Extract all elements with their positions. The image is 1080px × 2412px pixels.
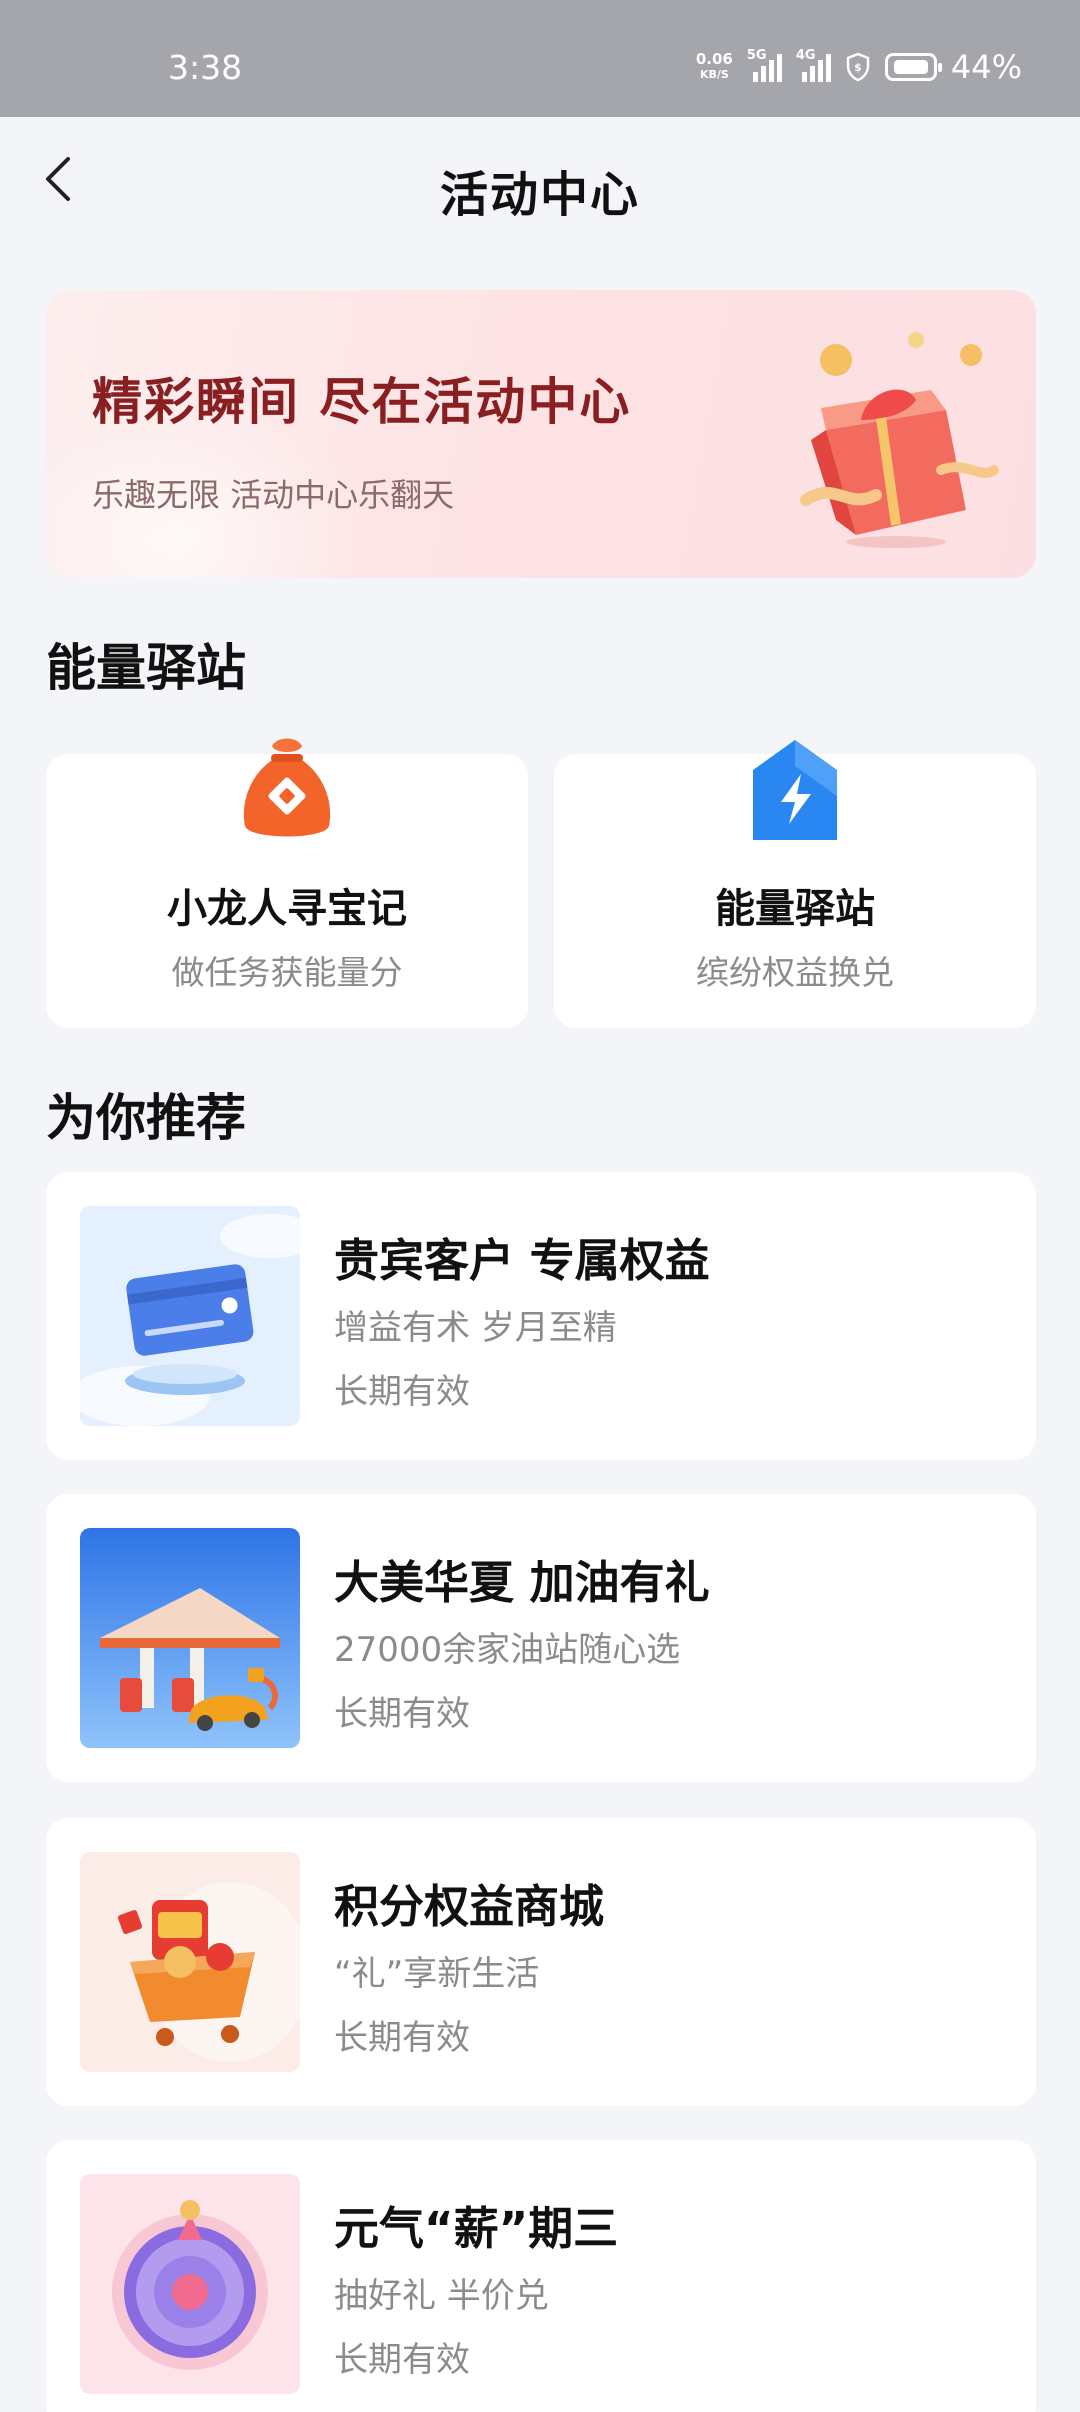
- energy-card-treasure[interactable]: 小龙人寻宝记 做任务获能量分: [46, 738, 528, 1028]
- recommend-title: 贵宾客户 专属权益: [334, 1234, 710, 1287]
- recommend-title: 积分权益商城: [334, 1880, 605, 1933]
- recommend-validity: 长期有效: [334, 2340, 470, 2380]
- section-title-energy: 能量驿站: [46, 639, 246, 697]
- banner-subtitle: 乐趣无限 活动中心乐翻天: [92, 476, 455, 514]
- battery-icon: [884, 53, 942, 81]
- energy-card-station[interactable]: 能量驿站 缤纷权益换兑: [554, 740, 1036, 1028]
- energy-card-desc: 做任务获能量分: [171, 953, 403, 992]
- gift-cart-image: [80, 1852, 300, 2072]
- status-time: 3:38: [168, 48, 243, 87]
- signal-5g-label: 5G: [746, 48, 767, 63]
- app-header: 活动中心: [0, 117, 1080, 247]
- energy-house-icon: [753, 740, 837, 840]
- status-icons: 0.06 KB/S 5G 4G $ 44%: [696, 48, 1022, 86]
- gift-box-icon: [800, 332, 999, 548]
- recommend-title: 大美华夏 加油有礼: [334, 1556, 710, 1609]
- recommend-subtitle: 27000余家油站随心选: [334, 1630, 681, 1670]
- section-title-recommend: 为你推荐: [46, 1089, 246, 1147]
- energy-card-desc: 缤纷权益换兑: [696, 953, 894, 992]
- status-bar: 3:38 0.06 KB/S 5G 4G $ 44%: [0, 0, 1080, 117]
- signal-5g-icon: 5G: [747, 48, 782, 82]
- energy-card-name: 小龙人寻宝记: [167, 886, 407, 932]
- energy-card-name: 能量驿站: [715, 886, 875, 932]
- recommend-item-wednesday[interactable]: 元气“薪”期三 抽好礼 半价兑 长期有效: [46, 2140, 1036, 2412]
- recommend-subtitle: 增益有术 岁月至精: [334, 1308, 617, 1348]
- banner-title: 精彩瞬间 尽在活动中心: [92, 373, 632, 431]
- net-speed: 0.06 KB/S: [696, 52, 733, 82]
- credit-card-image: [80, 1206, 300, 1426]
- gas-station-image: [80, 1528, 300, 1748]
- signal-4g-label: 4G: [795, 48, 816, 63]
- recommend-title: 元气“薪”期三: [334, 2202, 619, 2255]
- signal-4g-icon: 4G: [796, 48, 831, 82]
- lucky-wheel-image: [80, 2174, 300, 2394]
- recommend-validity: 长期有效: [334, 1694, 470, 1734]
- shield-icon: $: [846, 52, 870, 82]
- recommend-item-vip[interactable]: 贵宾客户 专属权益 增益有术 岁月至精 长期有效: [46, 1172, 1036, 1460]
- recommend-validity: 长期有效: [334, 1372, 470, 1412]
- net-speed-value: 0.06: [695, 50, 733, 68]
- battery-percent: 44%: [950, 48, 1022, 86]
- recommend-subtitle: 抽好礼 半价兑: [334, 2276, 549, 2316]
- recommend-item-mall[interactable]: 积分权益商城 “礼”享新生活 长期有效: [46, 1818, 1036, 2106]
- recommend-validity: 长期有效: [334, 2018, 470, 2058]
- recommend-item-gas[interactable]: 大美华夏 加油有礼 27000余家油站随心选 长期有效: [46, 1494, 1036, 1782]
- promo-banner[interactable]: 精彩瞬间 尽在活动中心 乐趣无限 活动中心乐翻天: [46, 290, 1036, 578]
- net-speed-unit: KB/S: [699, 68, 729, 81]
- page-title: 活动中心: [439, 167, 640, 223]
- svg-text:$: $: [854, 61, 862, 74]
- recommend-subtitle: “礼”享新生活: [334, 1954, 540, 1994]
- money-bag-icon: [243, 738, 331, 837]
